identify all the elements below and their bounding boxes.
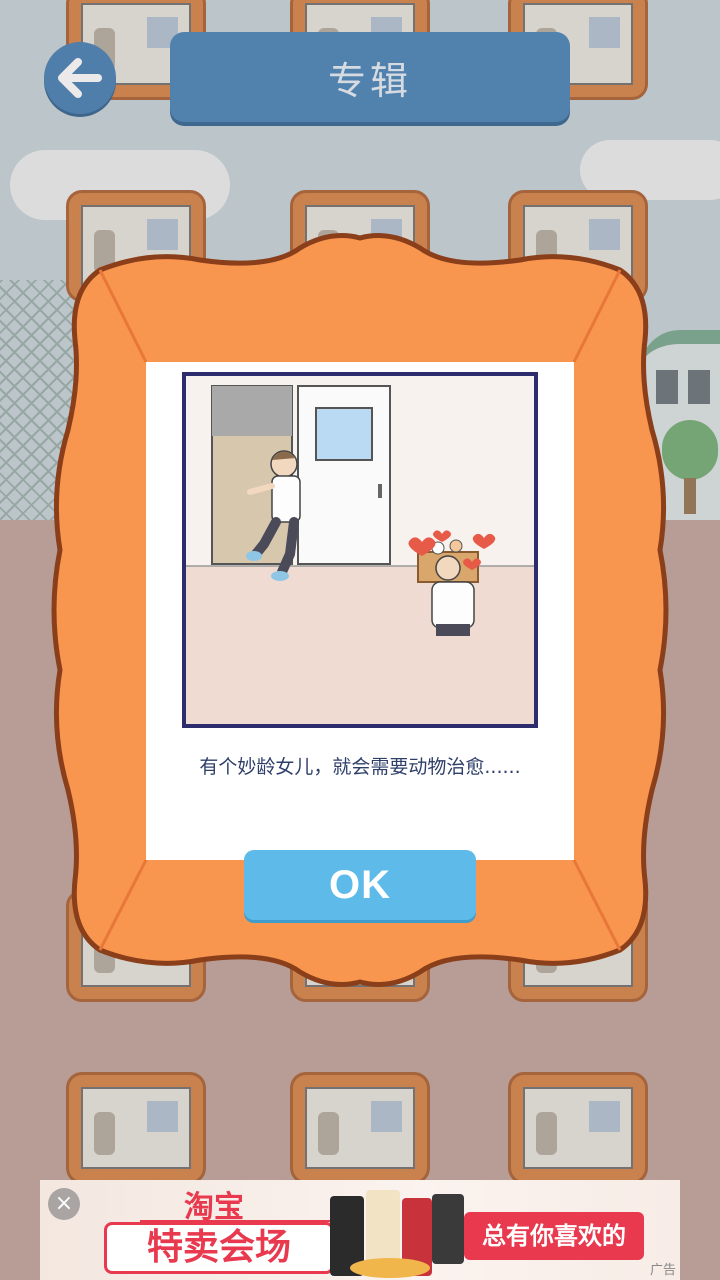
ad-banner[interactable]: × 淘宝 特卖会场 总有你喜欢的 广告 bbox=[40, 1180, 680, 1280]
ad-product-image bbox=[330, 1190, 464, 1278]
comic-illustration bbox=[186, 376, 534, 724]
comic-image bbox=[182, 372, 538, 728]
ad-close-button[interactable]: × bbox=[48, 1188, 80, 1220]
ok-button-label: OK bbox=[329, 862, 391, 907]
ad-slogan: 总有你喜欢的 bbox=[464, 1212, 644, 1260]
ok-button[interactable]: OK bbox=[244, 850, 476, 920]
dialog-caption: 有个妙龄女儿，就会需要动物治愈...... bbox=[199, 756, 521, 778]
dialog-card: 有个妙龄女儿，就会需要动物治愈...... bbox=[146, 362, 574, 860]
ad-headline: 特卖会场 bbox=[104, 1222, 334, 1274]
ad-label: 广告 bbox=[649, 1263, 676, 1278]
